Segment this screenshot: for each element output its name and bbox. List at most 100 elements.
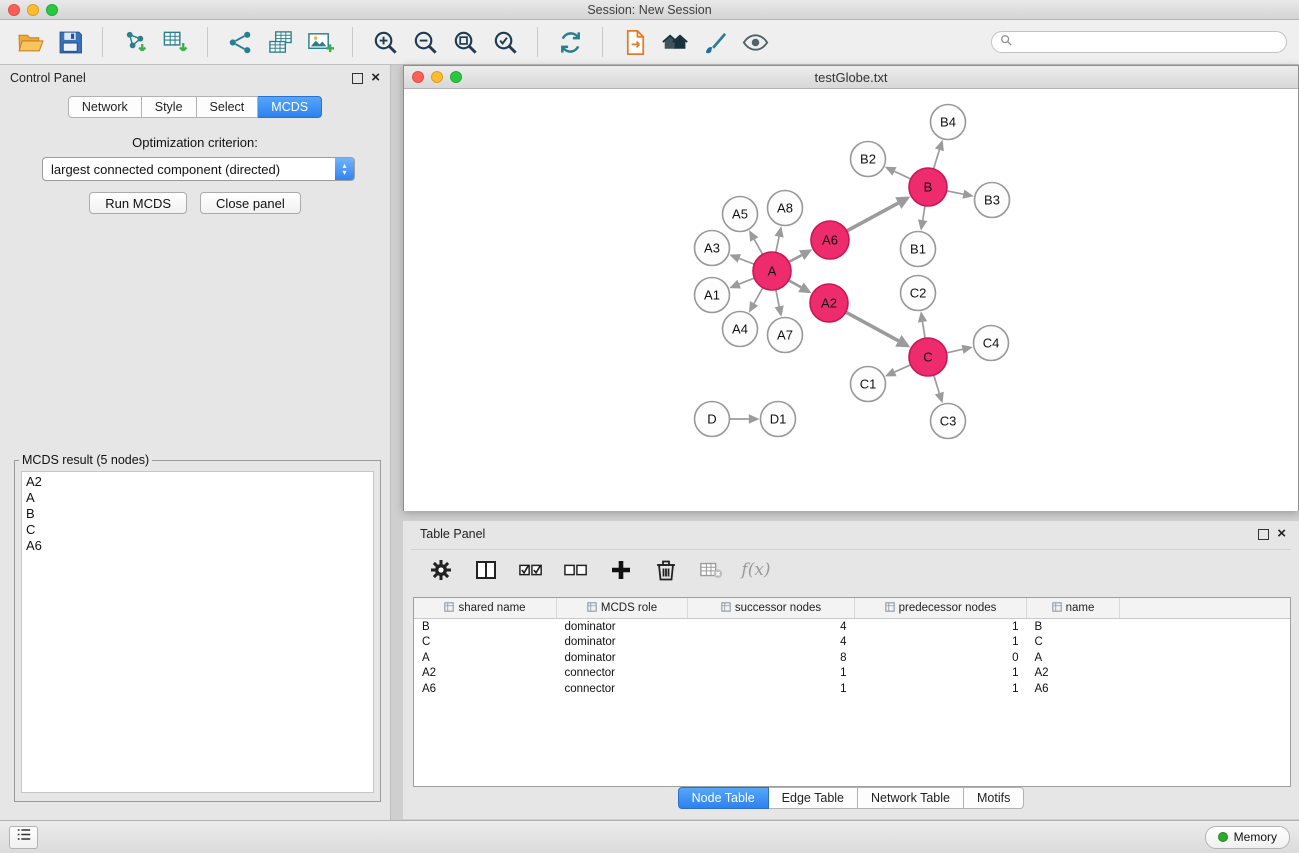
graph-node-B1[interactable]: B1 <box>901 232 936 267</box>
graph-node-C2[interactable]: C2 <box>901 276 936 311</box>
search-input[interactable] <box>1017 34 1278 50</box>
table-cell[interactable]: 0 <box>855 650 1027 666</box>
float-panel-icon[interactable] <box>352 73 363 84</box>
table-row[interactable]: Cdominator41C <box>414 635 1290 651</box>
graph-node-A[interactable]: A <box>753 252 791 290</box>
tab-edge-table[interactable]: Edge Table <box>769 787 858 809</box>
style-brush-button[interactable] <box>698 25 732 59</box>
mcds-result-item[interactable]: A <box>26 490 373 506</box>
table-cell[interactable]: 1 <box>855 681 1027 697</box>
table-cell[interactable]: 1 <box>855 666 1027 682</box>
table-cell[interactable]: 1 <box>855 619 1027 635</box>
new-network-button[interactable] <box>223 25 257 59</box>
graph-node-C4[interactable]: C4 <box>974 326 1009 361</box>
table-cell[interactable]: A <box>414 650 557 666</box>
mcds-result-item[interactable]: A6 <box>26 538 373 554</box>
graph-edge-A-A3[interactable] <box>739 259 754 265</box>
close-panel-icon[interactable]: × <box>371 72 380 84</box>
table-cell[interactable]: C <box>1027 635 1120 651</box>
column-button[interactable] <box>468 554 504 586</box>
graph-edge-C-C4[interactable] <box>947 349 963 353</box>
search-field[interactable] <box>991 31 1287 53</box>
graph-edge-B-B1[interactable] <box>923 206 925 220</box>
tab-mcds[interactable]: MCDS <box>258 96 322 118</box>
table-cell[interactable]: A6 <box>1027 681 1120 697</box>
tab-network[interactable]: Network <box>68 96 142 118</box>
column-header-shared-name[interactable]: shared name <box>414 598 557 619</box>
table-cell[interactable]: 8 <box>688 650 855 666</box>
graph-node-A6[interactable]: A6 <box>811 221 849 259</box>
close-table-panel-icon[interactable]: × <box>1277 528 1286 540</box>
graph-edge-B-B4[interactable] <box>934 150 940 169</box>
optimization-criterion-dropdown[interactable]: largest connected component (directed) ▴… <box>42 157 355 181</box>
table-cell[interactable]: B <box>414 619 557 635</box>
table-cell[interactable]: C <box>414 635 557 651</box>
table-row[interactable]: A2connector11A2 <box>414 666 1290 682</box>
zoom-fit-button[interactable] <box>448 25 482 59</box>
graph-node-C1[interactable]: C1 <box>851 367 886 402</box>
table-cell[interactable]: A2 <box>1027 666 1120 682</box>
zoom-in-button[interactable] <box>368 25 402 59</box>
graph-node-A7[interactable]: A7 <box>768 318 803 353</box>
zoom-out-button[interactable] <box>408 25 442 59</box>
close-panel-button[interactable]: Close panel <box>200 192 301 214</box>
graph-node-D[interactable]: D <box>695 402 730 437</box>
graph-node-D1[interactable]: D1 <box>761 402 796 437</box>
delete-button[interactable] <box>648 554 684 586</box>
graph-node-C[interactable]: C <box>909 338 947 376</box>
hide-column-button[interactable] <box>693 554 729 586</box>
column-header-successor-nodes[interactable]: successor nodes <box>688 598 855 619</box>
home-button[interactable] <box>658 25 692 59</box>
graph-edge-A-A5[interactable] <box>754 240 762 255</box>
table-cell[interactable]: A <box>1027 650 1120 666</box>
graph-node-B2[interactable]: B2 <box>851 142 886 177</box>
graph-node-A1[interactable]: A1 <box>695 278 730 313</box>
graph-edge-C-C3[interactable] <box>934 375 940 393</box>
deselect-all-button[interactable] <box>558 554 594 586</box>
tab-select[interactable]: Select <box>197 96 259 118</box>
tab-motifs[interactable]: Motifs <box>964 787 1024 809</box>
mcds-result-item[interactable]: C <box>26 522 373 538</box>
graph-node-A3[interactable]: A3 <box>695 231 730 266</box>
mcds-result-list[interactable]: A2ABCA6 <box>21 471 374 793</box>
graph-edge-B-B3[interactable] <box>947 191 964 194</box>
tab-node-table[interactable]: Node Table <box>678 787 769 809</box>
memory-button[interactable]: Memory <box>1205 826 1290 849</box>
float-table-panel-icon[interactable] <box>1258 529 1269 540</box>
save-button[interactable] <box>53 25 87 59</box>
import-table-file-button[interactable] <box>158 25 192 59</box>
run-mcds-button[interactable]: Run MCDS <box>89 192 187 214</box>
import-network-file-button[interactable] <box>118 25 152 59</box>
tab-network-table[interactable]: Network Table <box>858 787 964 809</box>
task-history-button[interactable] <box>9 826 38 849</box>
table-cell[interactable]: dominator <box>557 635 688 651</box>
export-image-button[interactable] <box>303 25 337 59</box>
table-cell[interactable]: connector <box>557 666 688 682</box>
column-header-mcds-role[interactable]: MCDS role <box>557 598 688 619</box>
graph-edge-A-A7[interactable] <box>776 290 779 307</box>
network-canvas[interactable]: B4B2BB3A5A8A6A3B1AC2A1A2A4A7C4CC1DD1C3 <box>404 89 1298 511</box>
new-table-button[interactable] <box>263 25 297 59</box>
table-cell[interactable]: dominator <box>557 619 688 635</box>
graph-node-B4[interactable]: B4 <box>931 105 966 140</box>
refresh-button[interactable] <box>553 25 587 59</box>
graph-edge-A-A1[interactable] <box>739 278 754 284</box>
graph-node-C3[interactable]: C3 <box>931 404 966 439</box>
graph-node-A4[interactable]: A4 <box>723 312 758 347</box>
graph-edge-C-C2[interactable] <box>923 322 926 338</box>
graph-edge-C-C1[interactable] <box>895 365 911 372</box>
table-row[interactable]: Bdominator41B <box>414 619 1290 635</box>
add-button[interactable] <box>603 554 639 586</box>
column-header-name[interactable]: name <box>1027 598 1120 619</box>
mcds-result-item[interactable]: A2 <box>26 474 373 490</box>
table-cell[interactable]: 1 <box>688 666 855 682</box>
graph-edge-A-A4[interactable] <box>754 288 763 304</box>
graph-node-B[interactable]: B <box>909 168 947 206</box>
open-folder-button[interactable] <box>13 25 47 59</box>
graph-node-A5[interactable]: A5 <box>723 197 758 232</box>
mcds-result-item[interactable]: B <box>26 506 373 522</box>
graph-edge-A6-B[interactable] <box>847 203 899 231</box>
gear-button[interactable] <box>423 554 459 586</box>
table-cell[interactable]: A2 <box>414 666 557 682</box>
table-cell[interactable]: 1 <box>688 681 855 697</box>
